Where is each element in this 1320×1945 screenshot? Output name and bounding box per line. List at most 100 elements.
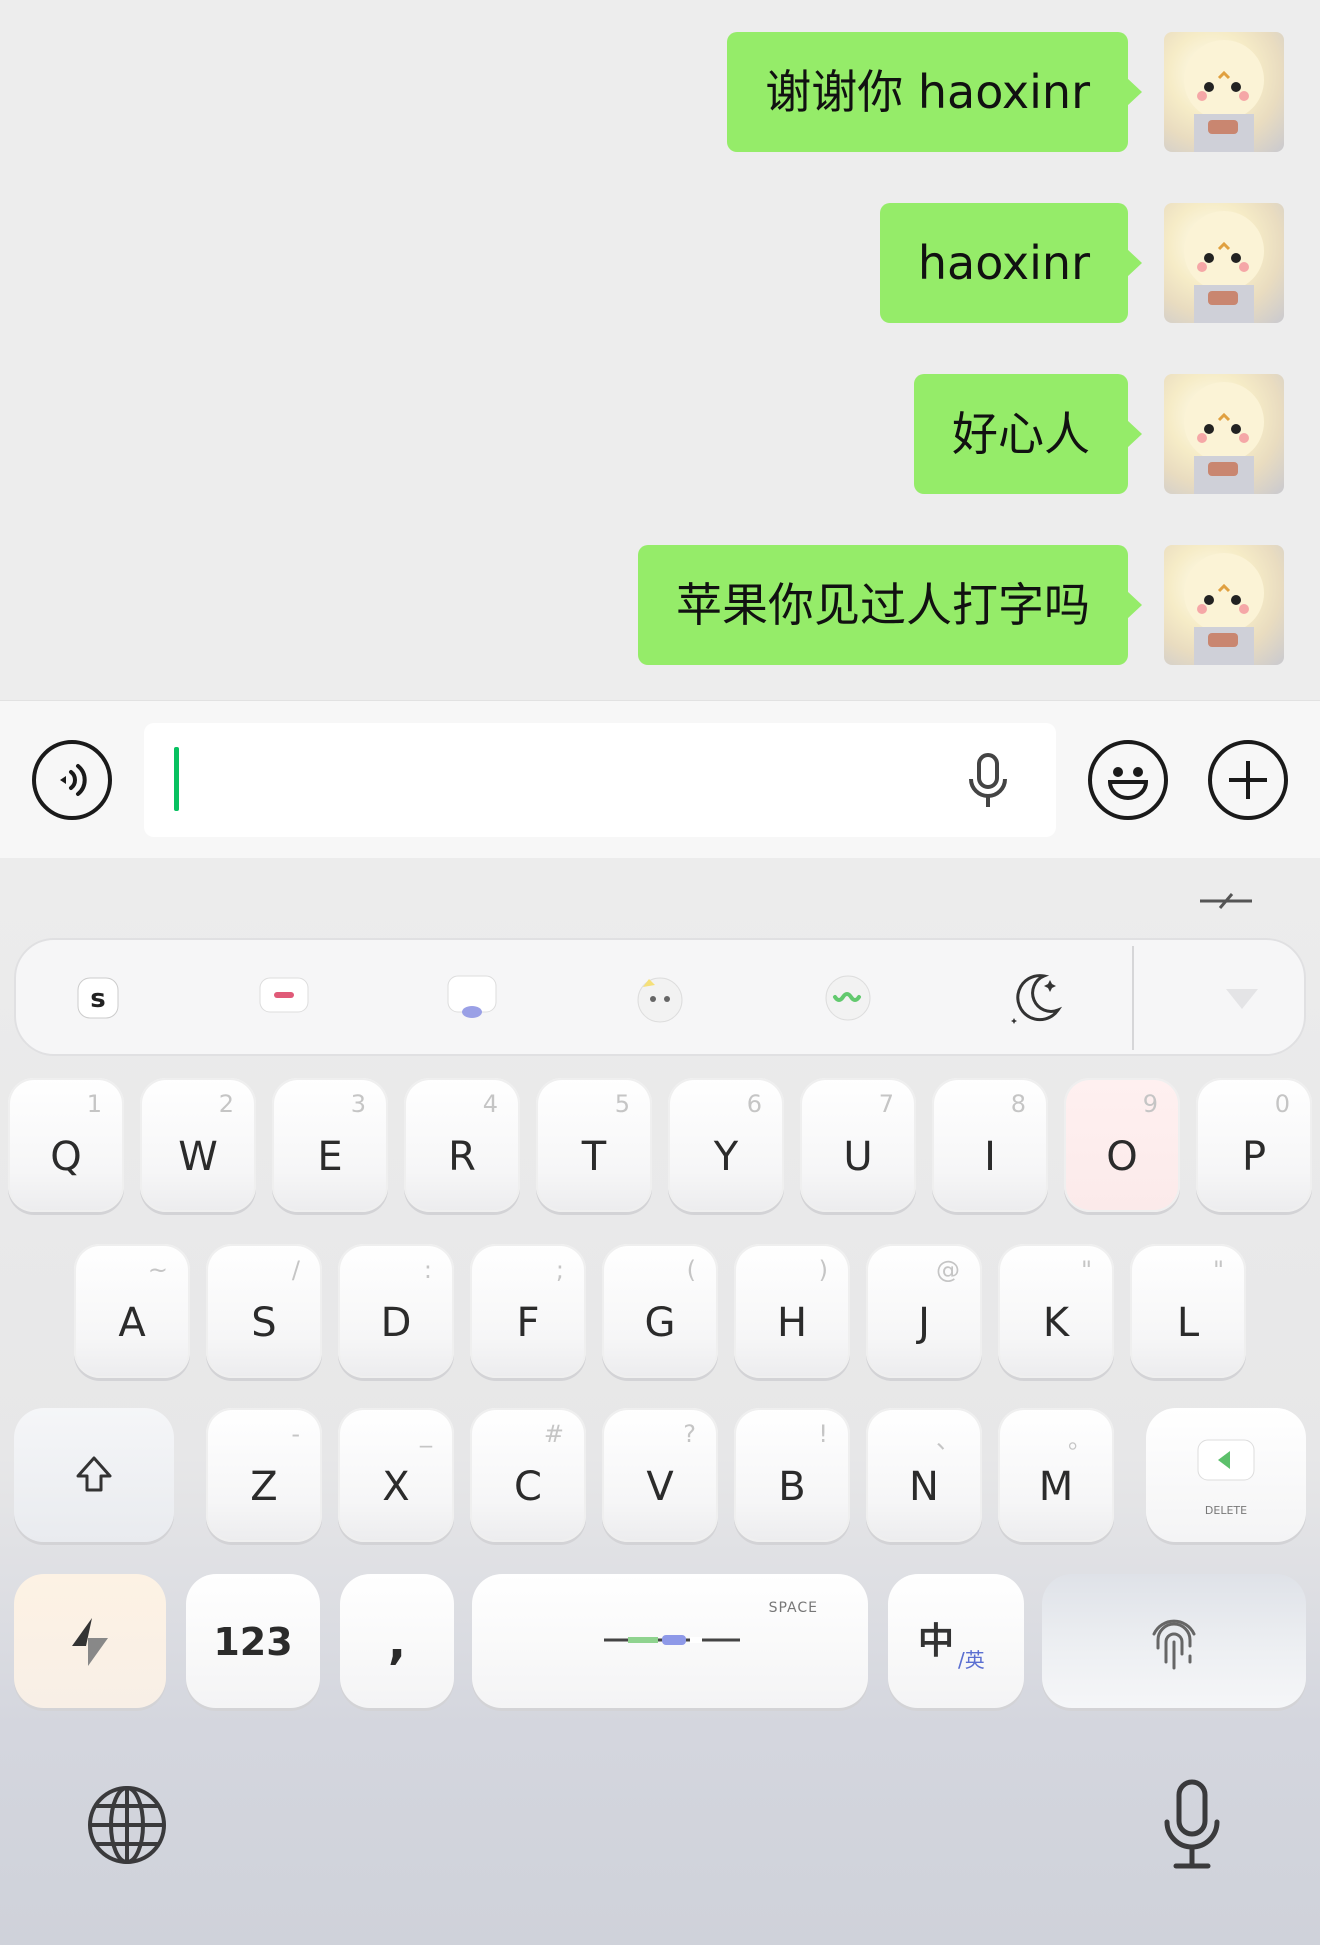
key-r[interactable]: 4R: [404, 1078, 520, 1212]
key-a[interactable]: ~ A: [74, 1244, 190, 1378]
message-bubble[interactable]: 谢谢你 haoxinr: [727, 32, 1142, 152]
message-input[interactable]: [144, 723, 1056, 837]
key-e[interactable]: 3E: [272, 1078, 388, 1212]
sogou-switch-key[interactable]: [14, 1574, 166, 1708]
key-sub: (: [686, 1256, 696, 1284]
message-row: 谢谢你 haoxinr: [0, 32, 1320, 152]
language-main-label: 中: [918, 1621, 955, 1662]
space-key[interactable]: SPACE: [472, 1574, 868, 1708]
key-sub: #: [543, 1420, 564, 1448]
collapse-keyboard-icon[interactable]: [1198, 892, 1254, 910]
key-label: E: [317, 1134, 343, 1180]
key-sub: ;: [555, 1256, 564, 1284]
voice-message-button[interactable]: [32, 740, 112, 820]
emoticon-icon: [637, 977, 683, 1023]
toolbar-separator: [1132, 946, 1134, 1050]
key-q[interactable]: 1Q: [8, 1078, 124, 1212]
toolbar-night-mode[interactable]: [1006, 968, 1066, 1028]
key-x[interactable]: _ X: [338, 1408, 454, 1542]
key-u[interactable]: 7U: [800, 1078, 916, 1212]
key-label: J: [918, 1300, 930, 1346]
key-f[interactable]: ; F: [470, 1244, 586, 1378]
message-row: haoxinr: [0, 203, 1320, 323]
key-g[interactable]: (G: [602, 1244, 718, 1378]
key-t[interactable]: 5T: [536, 1078, 652, 1212]
key-sub: ": [1212, 1256, 1224, 1284]
key-b[interactable]: ! B: [734, 1408, 850, 1542]
shift-icon: [76, 1456, 112, 1492]
lamb-avatar-icon: [1184, 382, 1264, 494]
key-label: T: [581, 1134, 607, 1180]
message-bubble[interactable]: 苹果你见过人打字吗: [638, 545, 1142, 665]
key-v[interactable]: ? V: [602, 1408, 718, 1542]
key-sub: 7: [878, 1090, 894, 1118]
key-m[interactable]: 。 M: [998, 1408, 1114, 1542]
key-k[interactable]: " K: [998, 1244, 1114, 1378]
key-y[interactable]: 6Y: [668, 1078, 784, 1212]
key-label: K: [1042, 1300, 1070, 1346]
key-h[interactable]: ) H: [734, 1244, 850, 1378]
comma-key[interactable]: ,: [340, 1574, 454, 1708]
number-switch-key[interactable]: 123: [186, 1574, 320, 1708]
shift-key[interactable]: [14, 1408, 174, 1542]
key-w[interactable]: 2W: [140, 1078, 256, 1212]
key-label: Y: [713, 1134, 739, 1180]
keyboard: s 1 Q 2 W 3 E 4 R 5 T 6 Y 7 U 8 I 9 O 0 …: [0, 858, 1320, 1945]
avatar[interactable]: [1164, 374, 1284, 494]
toolbar-logo[interactable]: s: [68, 968, 128, 1028]
message-row: 好心人: [0, 374, 1320, 494]
microphone-icon[interactable]: [964, 753, 1012, 809]
key-n[interactable]: 、 N: [866, 1408, 982, 1542]
toolbar-collapse[interactable]: [1212, 968, 1272, 1028]
key-sub: 3: [350, 1090, 366, 1118]
key-d[interactable]: :D: [338, 1244, 454, 1378]
enter-key[interactable]: [1042, 1574, 1306, 1708]
key-sub: :: [423, 1256, 432, 1284]
key-sub: ": [1080, 1256, 1092, 1284]
more-actions-button[interactable]: [1208, 740, 1288, 820]
sogou-logo-icon: [72, 1618, 108, 1666]
key-sub: /: [291, 1256, 300, 1284]
toolbar-clipboard[interactable]: [254, 968, 314, 1028]
globe-icon[interactable]: [86, 1784, 168, 1866]
key-c[interactable]: # C: [470, 1408, 586, 1542]
key-label: U: [843, 1134, 873, 1180]
key-z[interactable]: -Z: [206, 1408, 322, 1542]
key-label: S: [251, 1300, 277, 1346]
key-p[interactable]: 0P: [1196, 1078, 1312, 1212]
avatar[interactable]: [1164, 545, 1284, 665]
microphone-icon[interactable]: [1162, 1778, 1222, 1872]
key-j[interactable]: @ J: [866, 1244, 982, 1378]
key-label: B: [778, 1464, 806, 1510]
key-label: N: [909, 1464, 939, 1510]
key-sub: 、: [936, 1426, 960, 1454]
voice-input-icon: [825, 975, 871, 1021]
skin-icon: [447, 975, 497, 1018]
message-bubble[interactable]: 好心人: [914, 374, 1142, 494]
language-toggle-key[interactable]: 中 /英: [888, 1574, 1024, 1708]
keyboard-toolbar: s: [14, 938, 1306, 1056]
key-label: V: [646, 1464, 674, 1510]
key-label: G: [644, 1300, 676, 1346]
key-label: O: [1106, 1134, 1138, 1180]
toolbar-skin[interactable]: [442, 968, 502, 1028]
emoji-button[interactable]: [1088, 740, 1168, 820]
message-bubble[interactable]: haoxinr: [879, 203, 1143, 323]
toolbar-emoticon[interactable]: [630, 968, 690, 1028]
key-sub: _: [420, 1420, 432, 1448]
avatar[interactable]: [1164, 32, 1284, 152]
key-s[interactable]: / S: [206, 1244, 322, 1378]
toolbar-voice[interactable]: [818, 968, 878, 1028]
avatar[interactable]: [1164, 203, 1284, 323]
key-label: Z: [250, 1464, 278, 1510]
language-sub-label: /英: [958, 1648, 985, 1672]
space-bar-indicator-icon: [604, 1635, 740, 1645]
delete-key[interactable]: DELETE: [1146, 1408, 1306, 1542]
key-l[interactable]: " L: [1130, 1244, 1246, 1378]
key-sub: 0: [1274, 1090, 1290, 1118]
key-o[interactable]: 9O: [1064, 1078, 1180, 1212]
chat-history: 谢谢你 haoxinr haoxinr 好心人 苹果你见过人打字吗: [0, 0, 1320, 700]
lamb-avatar-icon: [1184, 211, 1264, 323]
message-row: 苹果你见过人打字吗: [0, 545, 1320, 665]
key-i[interactable]: 8I: [932, 1078, 1048, 1212]
